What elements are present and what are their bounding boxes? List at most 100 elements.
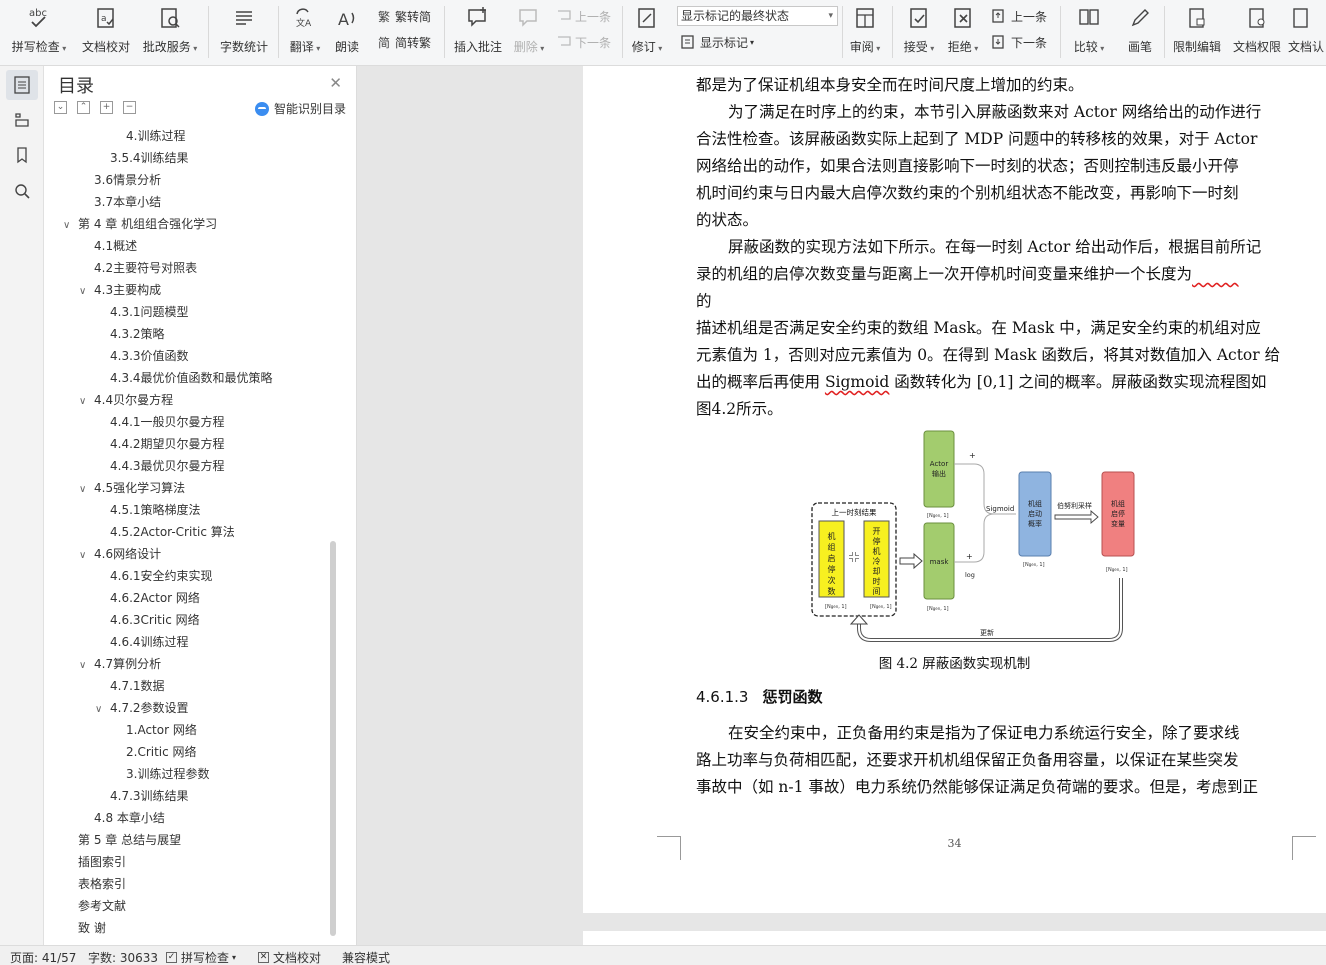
restrict-edit-button[interactable]: 限制编辑 [1168,0,1226,62]
accept-button[interactable]: 接受 [900,0,938,62]
reject-button[interactable]: 拒绝 [944,0,982,62]
toc-item[interactable]: 4.6.1安全约束实现 [110,565,213,587]
smart-toc-button[interactable]: 智能识别目录 [254,100,346,117]
spell-check-button[interactable]: abc 拼写检查 [8,0,70,62]
chevron-down-icon[interactable]: ∨ [79,479,91,501]
toc-item[interactable]: ∨ 4.6网络设计 [79,543,161,565]
page-indicator[interactable]: 页面: 41/57 [10,949,76,965]
svg-text:数: 数 [828,586,836,596]
insert-comment-button[interactable]: 插入批注 [450,0,506,62]
prev-change-button[interactable]: 上一条 [992,6,1047,26]
toc-item[interactable]: 4.6.4训练过程 [110,631,189,653]
svg-text:mask: mask [930,558,950,566]
status-doc-proof[interactable]: ✕ 文档校对 [258,949,321,965]
to-traditional-button[interactable]: 繁繁转简 [378,6,431,26]
toc-item[interactable]: 3.7本章小结 [94,191,161,213]
toc-item-label: 4.7.3训练结果 [110,789,189,803]
toc-item[interactable]: ∨ 4.5强化学习算法 [79,477,185,499]
svg-text:次: 次 [828,575,836,585]
toc-item[interactable]: ∨ 4.7算例分析 [79,653,161,675]
toc-item[interactable]: 4.7.1数据 [110,675,165,697]
batch-service-button[interactable]: 批改服务 [140,0,200,62]
toc-item[interactable]: 插图索引 [78,851,126,873]
word-count-indicator[interactable]: 字数: 30633 [88,949,158,965]
next-page[interactable] [583,931,1326,945]
toc-item[interactable]: 4.4.3最优贝尔曼方程 [110,455,225,477]
chevron-down-icon[interactable]: ∨ [63,215,75,237]
word-count-button[interactable]: 字数统计 [216,0,272,62]
toc-item[interactable]: 4.4.1一般贝尔曼方程 [110,411,225,433]
spell-error-word[interactable]: Sigmoid [825,373,889,391]
toc-item[interactable]: 4.5.1策略梯度法 [110,499,201,521]
add-item-icon[interactable]: + [100,101,113,114]
text-line: 描述机组是否满足安全约束的数组 Mask。在 Mask 中，满足安全约束的机组对… [696,319,1261,337]
search-button[interactable] [6,176,38,206]
status-bar: 页面: 41/57 字数: 30633 ✓ 拼写检查 ▾ ✕ 文档校对 兼容模式 [0,945,1326,965]
remove-item-icon[interactable]: − [123,101,136,114]
toc-item[interactable]: 1.Actor 网络 [126,719,197,741]
collapse-all-icon[interactable]: ⌄ [54,101,67,114]
status-spell-check[interactable]: ✓ 拼写检查 ▾ [166,949,236,965]
toc-item[interactable]: 4.6.3Critic 网络 [110,609,200,631]
prev-comment-button[interactable]: 上一条 [556,6,611,26]
chevron-down-icon[interactable]: ∨ [79,391,91,413]
toc-item[interactable]: 4.训练过程 [126,125,185,147]
toc-item[interactable]: ∨ 第 4 章 机组组合强化学习 [63,213,217,235]
chevron-down-icon[interactable]: ∨ [79,545,91,567]
toc-item[interactable]: 4.5.2Actor-Critic 算法 [110,521,235,543]
bookmark-button[interactable] [6,140,38,170]
reject-icon [950,5,976,31]
spell-error-mark[interactable] [1192,265,1239,283]
next-change-button[interactable]: 下一条 [992,32,1047,52]
cooldown-label: 开停机冷却时间 [873,527,881,596]
toc-item[interactable]: 3.5.4训练结果 [110,147,189,169]
review-button[interactable]: 审阅 [846,0,884,62]
toc-item[interactable]: 4.4.2期望贝尔曼方程 [110,433,225,455]
toc-item[interactable]: 4.6.2Actor 网络 [110,587,200,609]
show-markup-button[interactable]: 显示标记 ▾ [681,32,754,52]
compare-button[interactable]: 比较 [1066,0,1112,62]
doc-proof-button[interactable]: a 文档校对 [78,0,134,62]
toc-item-label: 4.7.2参数设置 [110,701,189,715]
markup-state-select[interactable]: 显示标记的最终状态 [677,6,838,26]
chevron-down-icon[interactable]: ∨ [79,281,91,303]
toc-item[interactable]: 3.训练过程参数 [126,763,209,785]
toc-item[interactable]: ∨ 4.3主要构成 [79,279,161,301]
toc-item-label: 4.8 本章小结 [94,811,165,825]
delete-comment-button[interactable]: 删除 [510,0,548,62]
toc-item[interactable]: 第 5 章 总结与展望 [78,829,181,851]
toc-item[interactable]: 4.3.2策略 [110,323,165,345]
toc-item[interactable]: ∨ 4.4贝尔曼方程 [79,389,173,411]
toc-item[interactable]: 参考文献 [78,895,126,917]
to-simplified-button[interactable]: 简简转繁 [378,32,431,52]
toc-item[interactable]: 4.3.1问题模型 [110,301,189,323]
nav-pane-button[interactable] [6,104,38,134]
pen-button[interactable]: 画笔 [1120,0,1160,62]
chevron-down-icon[interactable]: ∨ [79,655,91,677]
toc-item[interactable]: 4.1概述 [94,235,137,257]
toc-item[interactable]: ∨ 4.7.2参数设置 [95,697,189,719]
doc-permission-button[interactable]: 文档权限 [1228,0,1286,62]
toc-item[interactable]: 2.Critic 网络 [126,741,197,763]
read-aloud-button[interactable]: A 朗读 [330,0,364,62]
toc-toggle-button[interactable] [6,70,38,100]
expand-up-icon[interactable]: ⌃ [77,101,90,114]
close-icon[interactable]: ✕ [329,74,342,92]
toc-scrollbar[interactable] [330,541,336,936]
toc-item[interactable]: 4.2主要符号对照表 [94,257,197,279]
toc-item[interactable]: 4.7.3训练结果 [110,785,189,807]
toc-item[interactable]: 4.3.3价值函数 [110,345,189,367]
next-comment-button[interactable]: 下一条 [556,32,611,52]
comment-add-icon [465,5,491,31]
toc-item[interactable]: 4.3.4最优价值函数和最优策略 [110,367,273,389]
toc-item[interactable]: 致 谢 [78,917,106,939]
toc-item[interactable]: 4.8 本章小结 [94,807,165,829]
document-page[interactable]: 都是为了保证机组本身安全而在时间尺度上增加的约束。 为了满足在时序上的约束，本节… [583,66,1326,913]
ribbon-separator [622,6,623,58]
toc-item[interactable]: 表格索引 [78,873,126,895]
toc-item[interactable]: 3.6情景分析 [94,169,161,191]
revise-button[interactable]: 修订 [628,0,666,62]
chevron-down-icon[interactable]: ∨ [95,699,107,721]
translate-button[interactable]: A文 翻译 [286,0,324,62]
doc-auth-button[interactable]: 文档认 [1288,0,1326,62]
